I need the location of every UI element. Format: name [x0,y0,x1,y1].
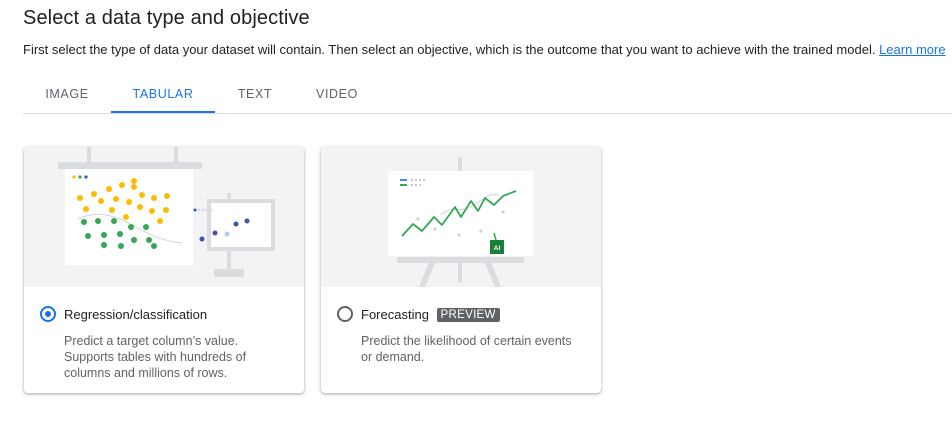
subtitle-text: First select the type of data your datas… [23,42,876,57]
preview-badge: PREVIEW [436,308,500,322]
learn-more-link[interactable]: Learn more [879,42,945,57]
data-type-tabs: IMAGE TABULAR TEXT VIDEO [23,74,952,114]
objective-card-forecasting[interactable]: AI Forecasting PREVIEW Predict the likel… [321,147,601,393]
regression-radio[interactable] [40,306,56,322]
page-subtitle: First select the type of data your datas… [23,42,946,57]
forecasting-title-row: Forecasting PREVIEW [361,307,500,322]
forecasting-description: Predict the likelihood of certain events… [361,334,572,364]
regression-title: Regression/classification [64,307,208,322]
tab-image[interactable]: IMAGE [23,74,111,112]
tab-tabular[interactable]: TABULAR [111,74,215,113]
regression-description: Predict a target column’s value. Support… [64,334,247,380]
forecasting-radio[interactable] [337,306,353,322]
ai-chip-label: AI [494,245,501,252]
tab-video[interactable]: VIDEO [303,74,371,112]
forecast-chart-icon: AI [388,157,533,287]
forecasting-title: Forecasting [361,307,429,322]
objective-card-regression[interactable]: Regression/classification Predict a targ… [24,147,304,393]
page-title: Select a data type and objective [23,7,310,29]
tab-text[interactable]: TEXT [223,74,287,112]
regression-chart-icon [58,147,275,277]
regression-illustration [24,147,304,287]
forecasting-illustration: AI [321,147,601,287]
